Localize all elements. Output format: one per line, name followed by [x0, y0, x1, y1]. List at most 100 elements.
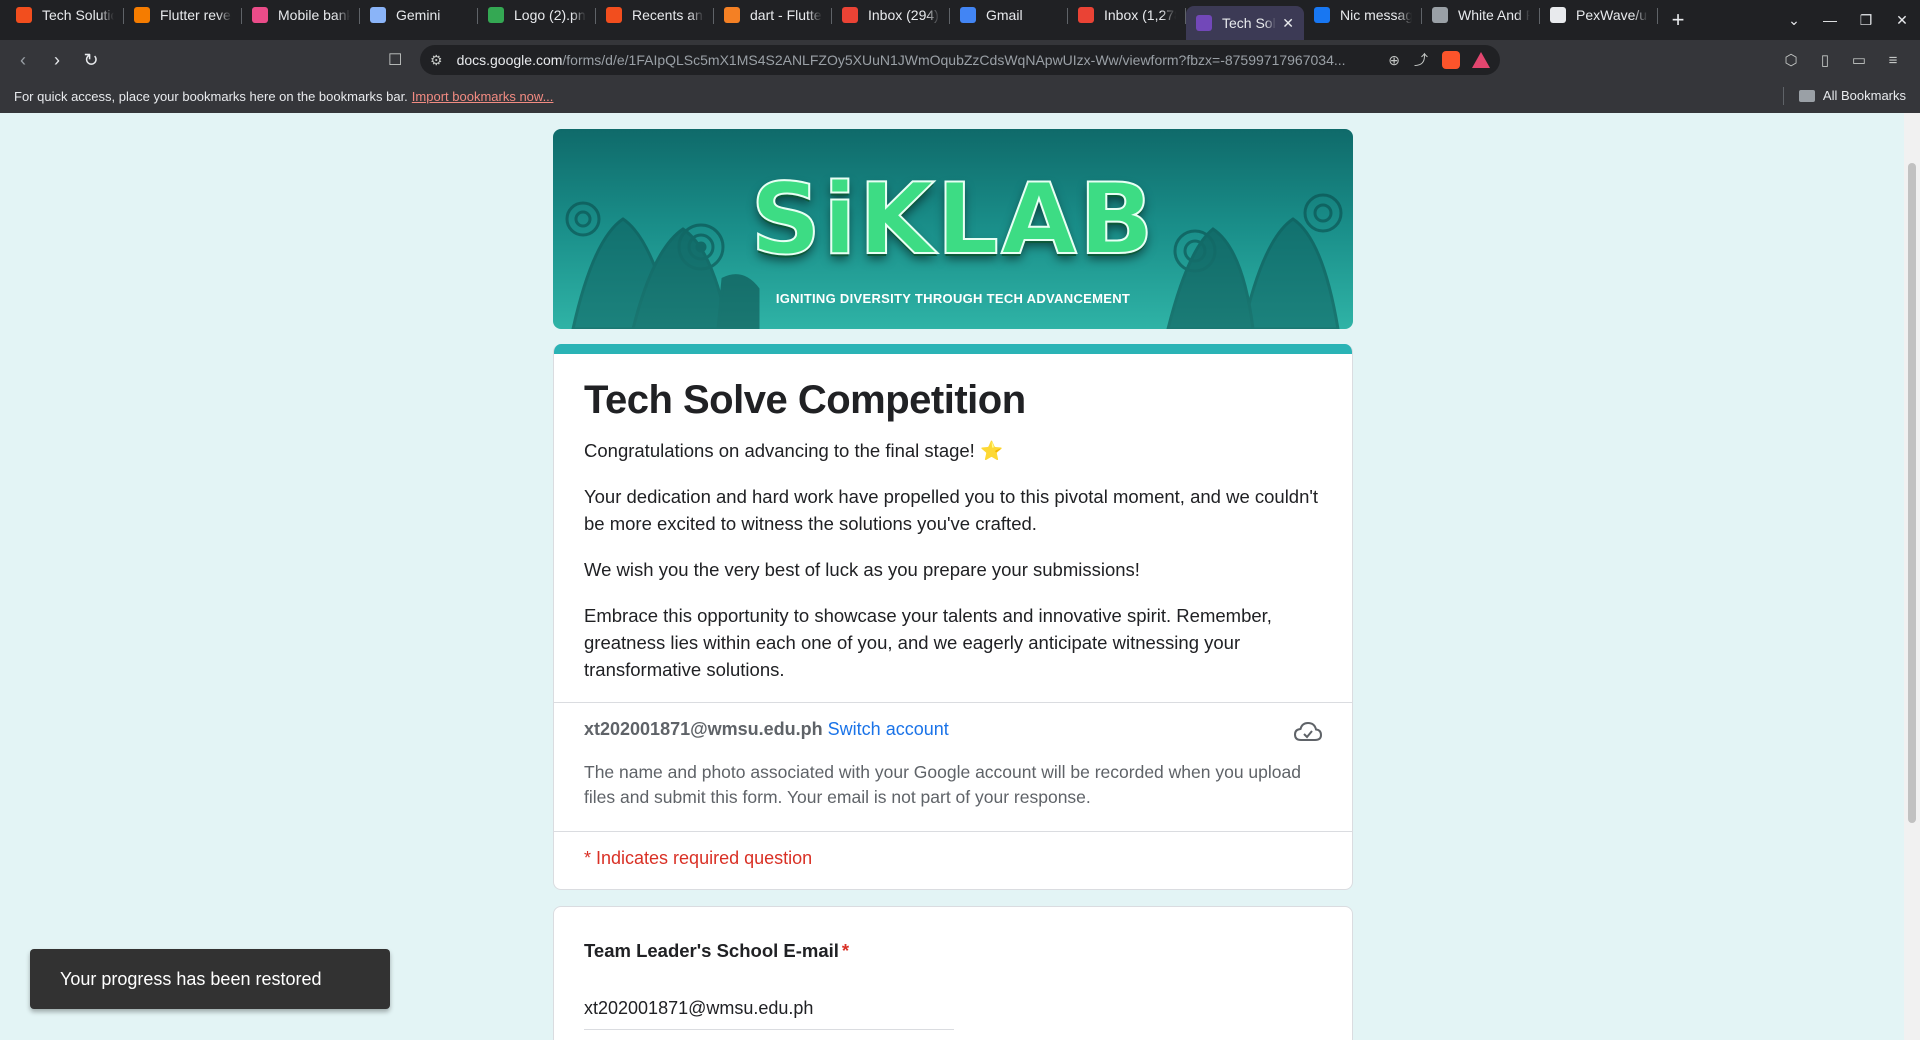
accent-bar: [554, 344, 1352, 354]
stackoverflow-icon: [724, 7, 740, 23]
new-tab-button[interactable]: +: [1658, 7, 1698, 33]
tab-title: Gemini: [396, 7, 441, 23]
browser-tab[interactable]: Inbox (1,278): [1068, 0, 1186, 30]
drive-icon: [488, 7, 504, 23]
tab-title: Inbox (1,278): [1104, 7, 1176, 23]
google-icon: [960, 7, 976, 23]
bookmarks-hint: For quick access, place your bookmarks h…: [14, 89, 408, 104]
browser-tab[interactable]: PexWave/uni: [1540, 0, 1658, 30]
sidebar-icon[interactable]: ▯: [1808, 51, 1842, 69]
browser-tab[interactable]: Tech Solve ✕: [1186, 6, 1304, 40]
wallet-icon[interactable]: ▭: [1842, 51, 1876, 69]
description-paragraph: Embrace this opportunity to showcase you…: [584, 605, 1272, 680]
tab-title: Nic message: [1340, 7, 1412, 23]
browser-tab[interactable]: Mobile banking: [242, 0, 360, 30]
toolbar-right-actions: ⬡ ▯ ▭ ≡: [1774, 40, 1910, 80]
browser-tab[interactable]: Flutter reverse: [124, 0, 242, 30]
share-icon[interactable]: ⤴: [1414, 50, 1428, 70]
description-paragraph: Congratulations on advancing to the fina…: [584, 440, 1003, 461]
browser-tab[interactable]: Tech Solution: [6, 0, 124, 30]
close-tab-icon[interactable]: ✕: [1282, 15, 1294, 32]
facebook-icon: [1314, 7, 1330, 23]
browser-tab[interactable]: Nic message: [1304, 0, 1422, 30]
menu-icon[interactable]: ≡: [1876, 52, 1910, 69]
tab-title: Gmail: [986, 7, 1023, 23]
tab-strip: Tech Solution Flutter reverse Mobile banki…: [0, 0, 1920, 40]
form-description: Congratulations on advancing to the fina…: [554, 423, 1352, 683]
figma-icon: [606, 7, 622, 23]
siklab-logo: SiKLAB: [749, 162, 1156, 278]
all-bookmarks-label: All Bookmarks: [1822, 88, 1906, 103]
form-page: SiKLAB IGNITING DIVERSITY THROUGH TECH A…: [0, 113, 1904, 1040]
tab-title: Mobile banking: [278, 7, 350, 23]
globe-icon: [1432, 7, 1448, 23]
site-info-icon[interactable]: ⚙: [430, 52, 443, 69]
tab-title: Tech Solve: [1222, 15, 1276, 31]
browser-tab[interactable]: Logo (2).png: [478, 0, 596, 30]
folder-icon: [1798, 89, 1815, 102]
required-asterisk: *: [841, 940, 850, 961]
tab-list: Tech Solution Flutter reverse Mobile banki…: [0, 0, 1658, 40]
bookmarks-divider: [1783, 87, 1784, 105]
question-title: Team Leader's School E-mail *: [554, 907, 1352, 962]
tab-title: Tech Solution: [42, 7, 114, 23]
gmail-icon: [842, 7, 858, 23]
reload-button[interactable]: ↻: [74, 50, 108, 71]
close-window-button[interactable]: ✕: [1884, 12, 1920, 29]
back-button[interactable]: ‹: [6, 50, 40, 71]
question-label: Team Leader's School E-mail: [584, 940, 839, 961]
progress-restored-toast: Your progress has been restored: [30, 949, 390, 1009]
header-banner: SiKLAB IGNITING DIVERSITY THROUGH TECH A…: [553, 129, 1353, 329]
browser-tab[interactable]: Gmail: [950, 0, 1068, 30]
extensions-icon[interactable]: ⬡: [1774, 51, 1808, 69]
scrollbar-thumb[interactable]: [1908, 163, 1916, 823]
gemini-icon: [370, 7, 386, 23]
account-privacy-note: The name and photo associated with your …: [584, 762, 1301, 807]
tab-title: dart - Flutter: [750, 7, 822, 23]
account-section: xt202001871@wmsu.edu.ph Switch account Th…: [554, 703, 1352, 831]
tab-search-icon[interactable]: ⌄: [1776, 12, 1812, 29]
import-bookmarks-link[interactable]: Import bookmarks now...: [412, 89, 554, 104]
browser-tab[interactable]: Inbox (294) -: [832, 0, 950, 30]
required-indicator-note: * Indicates required question: [584, 848, 813, 868]
forms-icon: [1196, 15, 1212, 31]
gmail-icon: [1078, 7, 1094, 23]
zoom-icon[interactable]: ⊕: [1388, 52, 1400, 69]
tab-title: Flutter reverse: [160, 7, 232, 23]
minimize-button[interactable]: —: [1812, 12, 1848, 28]
tab-title: Recents and: [632, 7, 704, 23]
cloud-saved-icon: [1293, 721, 1323, 748]
github-icon: [1550, 7, 1566, 23]
flutter-icon: [134, 7, 150, 23]
url-text[interactable]: docs.google.com/forms/d/e/1FAIpQLSc5mX1M…: [457, 52, 1375, 68]
tab-title: White And Red: [1458, 7, 1530, 23]
email-answer-field[interactable]: xt202001871@wmsu.edu.ph: [584, 998, 954, 1030]
switch-account-link[interactable]: Switch account: [828, 719, 949, 739]
figma-icon: [16, 7, 32, 23]
browser-tab[interactable]: Gemini: [360, 0, 478, 30]
account-email: xt202001871@wmsu.edu.ph: [584, 719, 823, 739]
brave-shields-icon[interactable]: [1442, 51, 1460, 69]
form-title: Tech Solve Competition: [584, 378, 1026, 422]
brave-rewards-icon[interactable]: [1472, 52, 1490, 68]
browser-tab[interactable]: dart - Flutter: [714, 0, 832, 30]
description-paragraph: We wish you the very best of luck as you…: [584, 559, 1140, 580]
browser-tab[interactable]: Recents and: [596, 0, 714, 30]
banner-tagline: IGNITING DIVERSITY THROUGH TECH ADVANCEM…: [775, 291, 1131, 306]
address-bar[interactable]: ⚙ docs.google.com/forms/d/e/1FAIpQLSc5mX…: [420, 45, 1500, 75]
form-header-card: Tech Solve Competition Congratulations o…: [553, 344, 1353, 890]
browser-toolbar: ‹ › ↻ ☐ ⚙ docs.google.com/forms/d/e/1FAI…: [0, 40, 1920, 80]
all-bookmarks-button[interactable]: All Bookmarks: [1798, 88, 1906, 103]
question-card: Team Leader's School E-mail * xt202001871…: [553, 906, 1353, 1040]
window-controls: ⌄ — ❐ ✕: [1776, 0, 1920, 40]
bookmarks-bar: For quick access, place your bookmarks h…: [0, 80, 1920, 113]
tab-title: Logo (2).png: [514, 7, 586, 23]
dribbble-icon: [252, 7, 268, 23]
page-scrollbar[interactable]: [1904, 113, 1920, 1040]
bookmark-star-icon[interactable]: ☐: [388, 50, 402, 70]
tab-title: PexWave/uni: [1576, 7, 1648, 23]
forward-button[interactable]: ›: [40, 50, 74, 71]
restore-button[interactable]: ❐: [1848, 12, 1884, 29]
browser-tab[interactable]: White And Red: [1422, 0, 1540, 30]
tab-title: Inbox (294) -: [868, 7, 940, 23]
